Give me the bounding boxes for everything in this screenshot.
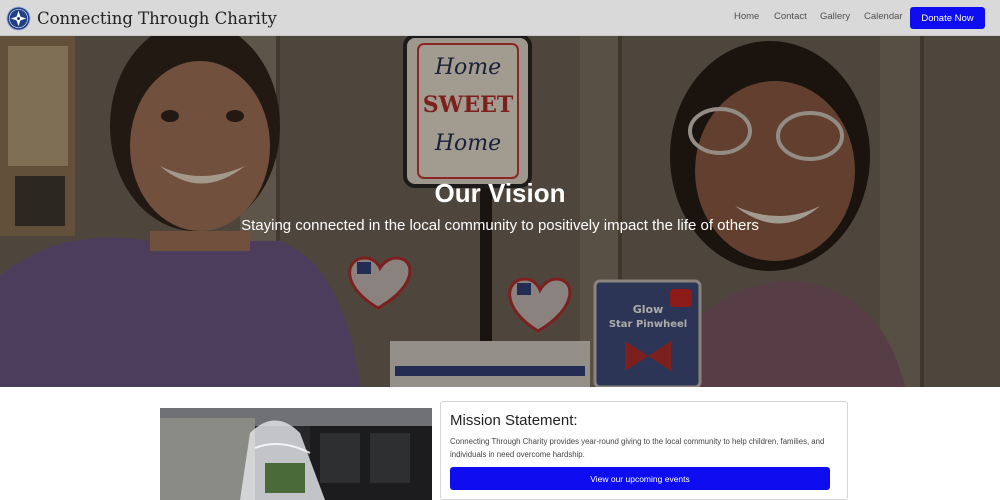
navbar: Connecting Through Charity Home Contact … xyxy=(0,0,1000,36)
hero-overlay xyxy=(0,36,1000,387)
cross-logo-icon xyxy=(6,5,31,31)
mission-text: Connecting Through Charity provides year… xyxy=(450,437,825,459)
hero-title: Our Vision xyxy=(434,178,566,208)
nav-home-link[interactable]: Home xyxy=(734,11,759,22)
view-events-button[interactable]: View our upcoming events xyxy=(450,467,830,490)
hero-subtitle: Staying connected in the local community… xyxy=(241,217,759,234)
mission-card: Mission Statement: Connecting Through Ch… xyxy=(440,401,848,500)
nav-gallery-link[interactable]: Gallery xyxy=(820,11,850,22)
nav-calendar-link[interactable]: Calendar xyxy=(864,11,903,22)
donate-button[interactable]: Donate Now xyxy=(910,7,985,29)
mission-title: Mission Statement: xyxy=(450,412,578,429)
hero-section: Home SWEET Home Glow Star Pinwheel Our V… xyxy=(0,36,1000,387)
nav-contact-link[interactable]: Contact xyxy=(774,11,807,22)
brand[interactable]: Connecting Through Charity xyxy=(6,5,277,31)
donations-photo xyxy=(160,408,432,500)
donations-photo-image xyxy=(160,408,432,500)
brand-name: Connecting Through Charity xyxy=(37,8,277,28)
